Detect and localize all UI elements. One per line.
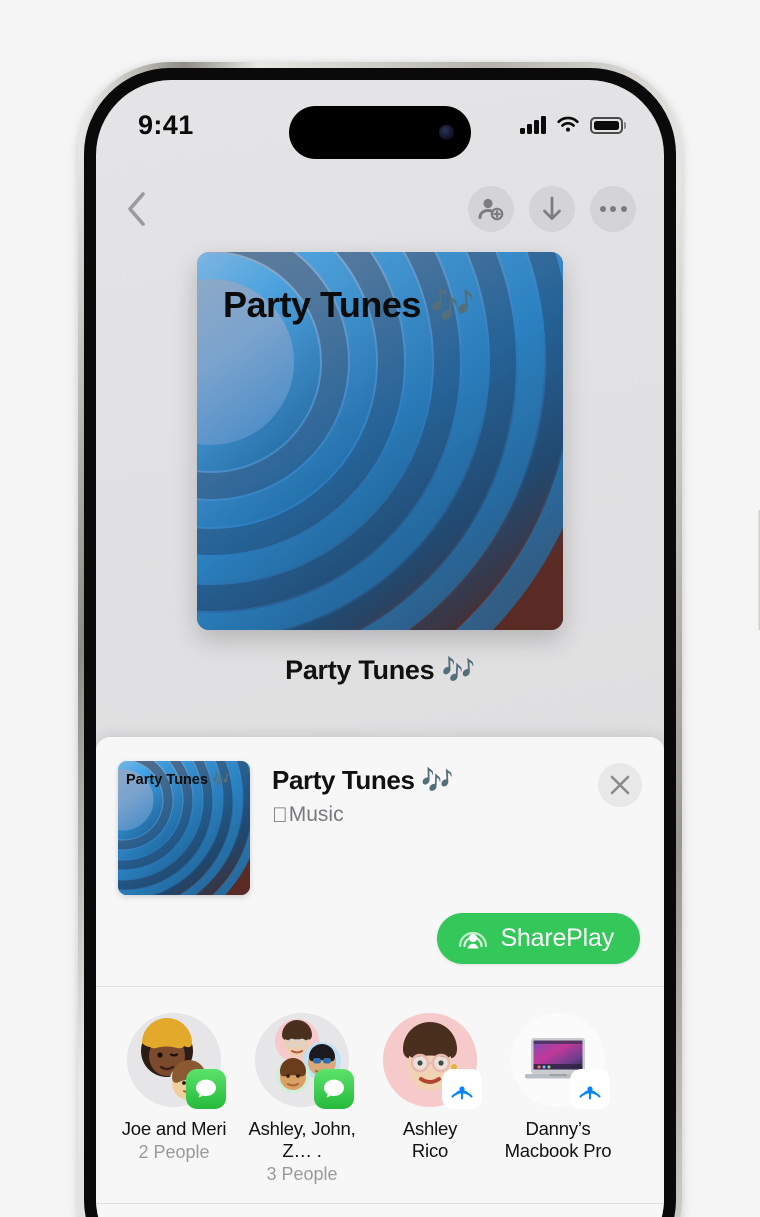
contact-ashley-john-group[interactable]: Ashley, John, Z… . 3 People: [238, 1013, 366, 1185]
screenshot-stage: 9:41 Party Tunes 🎶 Party Tunes 🎶 Party T…: [0, 0, 760, 1217]
airdrop-badge-icon: [570, 1069, 610, 1109]
contact-dannys-macbook-pro[interactable]: Danny’s Macbook Pro: [494, 1013, 622, 1185]
cellular-bars-icon: [520, 116, 546, 134]
messages-badge-icon: [314, 1069, 354, 1109]
status-indicators: [520, 116, 626, 134]
close-icon: [610, 775, 630, 795]
shareplay-button[interactable]: SharePlay: [437, 913, 640, 964]
arrow-down-icon: [543, 196, 561, 220]
share-item-thumbnail: Party Tunes 🎶: [118, 761, 250, 895]
messages-bubble-icon: [324, 1079, 344, 1098]
contact-name: Joe and Meri: [121, 1118, 227, 1139]
contact-ashley-rico[interactable]: Ashley Rico: [366, 1013, 494, 1185]
shareplay-icon: [459, 931, 488, 948]
share-sheet: Party Tunes 🎶 Party Tunes 🎶  Music: [96, 737, 664, 1217]
chevron-left-icon: [128, 192, 145, 226]
share-item-app-name: Music: [273, 803, 344, 826]
shareplay-row: SharePlay: [118, 913, 642, 964]
contact-name: Danny’s Macbook Pro: [504, 1118, 612, 1161]
person-add-icon: [478, 198, 504, 221]
messages-badge-icon: [186, 1069, 226, 1109]
share-item-subtitle:  Music: [272, 803, 576, 827]
status-time: 9:41: [138, 109, 194, 140]
airdrop-icon: [451, 1086, 473, 1100]
more-button[interactable]: [590, 186, 636, 232]
battery-full-icon: [589, 116, 626, 134]
wifi-icon: [556, 116, 579, 132]
airdrop-icon: [579, 1086, 601, 1100]
contact-joe-and-meri[interactable]: Joe and Meri 2 People: [110, 1013, 238, 1185]
close-button[interactable]: [598, 763, 642, 807]
front-camera-icon: [439, 125, 454, 140]
messages-bubble-icon: [196, 1079, 216, 1098]
back-button[interactable]: [118, 191, 154, 227]
album-section: Party Tunes 🎶 Party Tunes 🎶: [96, 252, 664, 686]
dynamic-island: [289, 106, 471, 159]
add-person-button[interactable]: [468, 186, 514, 232]
nav-bar: [96, 178, 664, 240]
contact-subtitle: 3 People: [266, 1163, 338, 1184]
share-item-title: Party Tunes 🎶: [272, 765, 454, 795]
nav-actions: [468, 186, 636, 232]
contact-suggestions-row: Joe and Meri 2 People Ashley, John, Z… .…: [96, 987, 664, 1203]
album-art-title: Party Tunes 🎶: [223, 284, 475, 325]
album-caption: Party Tunes 🎶: [285, 655, 475, 685]
share-item-info: Party Tunes 🎶  Music: [272, 761, 576, 827]
thumbnail-title: Party Tunes 🎶: [126, 772, 231, 788]
app-share-row: AirDrop Messages: [96, 1204, 664, 1217]
phone-screen: 9:41 Party Tunes 🎶 Party Tunes 🎶 Party T…: [96, 80, 664, 1217]
apple-logo-icon: : [272, 805, 288, 826]
ellipsis-icon: [599, 206, 627, 212]
contact-name: Ashley, John, Z… .: [248, 1118, 356, 1161]
phone-bezel: 9:41 Party Tunes 🎶 Party Tunes 🎶 Party T…: [84, 68, 676, 1217]
contact-subtitle: 2 People: [138, 1141, 210, 1162]
iphone-frame: 9:41 Party Tunes 🎶 Party Tunes 🎶 Party T…: [78, 62, 760, 1217]
download-button[interactable]: [529, 186, 575, 232]
contact-name: Ashley Rico: [402, 1118, 458, 1161]
shareplay-label: SharePlay: [500, 924, 614, 952]
album-artwork[interactable]: Party Tunes 🎶: [197, 252, 563, 630]
airdrop-badge-icon: [442, 1069, 482, 1109]
share-sheet-header: Party Tunes 🎶 Party Tunes 🎶  Music: [96, 737, 664, 986]
